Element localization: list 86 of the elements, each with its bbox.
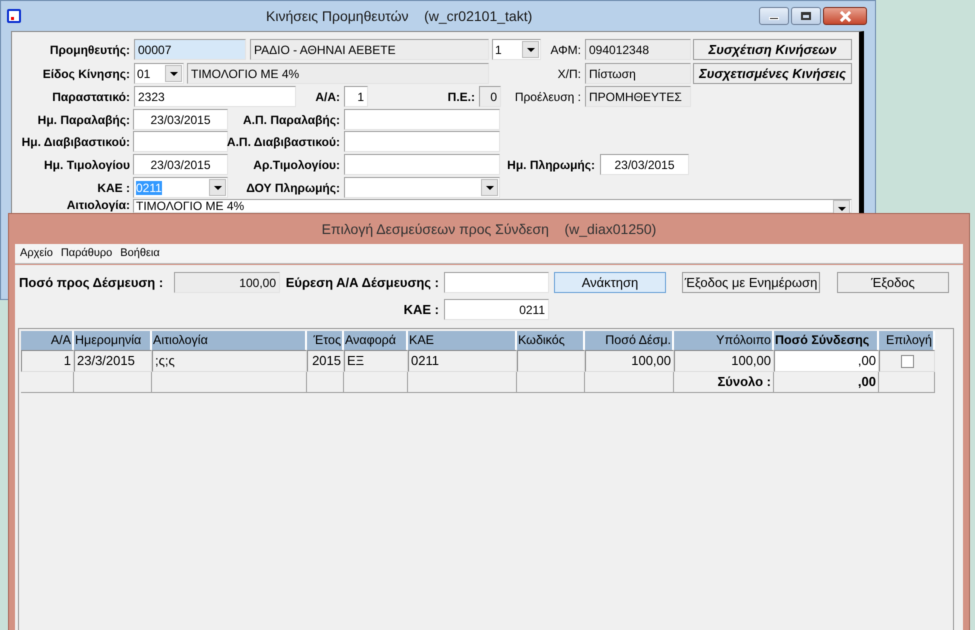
field-label: ΚΑΕ :	[96, 180, 131, 196]
text-field[interactable]: 0211	[444, 299, 549, 320]
text-field[interactable]: ΡΑΔΙΟ - ΑΘΗΝΑΙ ΑΕΒΕΤΕ	[250, 39, 489, 60]
table-cell: ΕΞ	[344, 350, 408, 372]
action-button[interactable]: Συσχέτιση Κινήσεων	[693, 39, 852, 60]
field-label: Ημ. Διαβιβαστικού:	[20, 134, 131, 150]
text-field[interactable]	[344, 131, 500, 152]
total-value: ,00	[774, 372, 879, 392]
field-label: Εύρεση Α/Α Δέσμευσης :	[284, 274, 440, 292]
maximize-button[interactable]	[791, 7, 821, 25]
text-field[interactable]: 23/03/2015	[133, 154, 228, 175]
field-label: ΔΟΥ Πληρωμής:	[245, 180, 341, 196]
dropdown-field[interactable]	[344, 177, 500, 198]
column-header[interactable]: Ποσό Σύνδεσης	[774, 331, 879, 350]
column-header[interactable]: ΚΑΕ	[408, 331, 517, 350]
menu-item[interactable]: Βοήθεια	[120, 245, 160, 262]
table-cell: 100,00	[585, 350, 674, 372]
field-label: Αρ.Τιμολογίου:	[252, 156, 341, 174]
caret-icon	[526, 48, 534, 52]
total-label: Σύνολο :	[674, 372, 774, 392]
text-field[interactable]: 0	[479, 86, 501, 107]
minimize-button[interactable]	[759, 7, 789, 25]
column-header[interactable]: Κωδικός	[517, 331, 585, 350]
text-field[interactable]: 23/03/2015	[600, 154, 689, 175]
table-cell: 100,00	[674, 350, 774, 372]
table-cell: 1	[21, 350, 74, 372]
action-button[interactable]: Συσχετισμένες Κινήσεις	[693, 63, 852, 84]
field-label: Παραστατικό:	[51, 88, 131, 106]
app-icon	[7, 9, 21, 23]
window-title: Κινήσεις Προμηθευτών (w_cr02101_takt)	[266, 6, 532, 26]
column-header[interactable]: Έτος	[307, 331, 344, 350]
table-cell	[517, 350, 585, 372]
field-label: Είδος Κίνησης:	[42, 66, 131, 82]
window-title: Επιλογή Δεσμεύσεων προς Σύνδεση (w_diax01250)	[320, 220, 658, 239]
field-label: Προέλευση :	[514, 88, 582, 106]
column-header[interactable]: Α/Α	[21, 331, 74, 350]
field-label: Χ/Π:	[556, 66, 582, 82]
text-field[interactable]	[444, 272, 549, 293]
text-field[interactable]	[344, 154, 500, 175]
text-field[interactable]: 100,00	[174, 272, 280, 293]
column-header[interactable]: Ποσό Δέσμ.	[585, 331, 674, 350]
table-cell: 23/3/2015	[74, 350, 152, 372]
dropdown-field[interactable]: 01	[134, 63, 184, 84]
column-header[interactable]: Αναφορά	[344, 331, 408, 350]
table-cell: ;ς;ς	[152, 350, 307, 372]
action-button[interactable]: Ανάκτηση	[554, 272, 666, 293]
caret-icon	[486, 186, 494, 190]
field-label: Ημ. Τιμολογίου	[43, 156, 131, 174]
text-field[interactable]	[344, 109, 500, 130]
text-field[interactable]: ΠΡΟΜΗΘΕΥΤΕΣ	[585, 86, 691, 107]
close-button[interactable]	[823, 7, 867, 25]
field-label: Α/Α:	[314, 88, 341, 106]
text-field[interactable]	[133, 131, 228, 152]
text-field[interactable]: Πίστωση	[585, 63, 691, 84]
dropdown-field[interactable]: ΤΙΜΟΛΟΓΙΟ ΜΕ 4%	[133, 199, 852, 213]
field-label: ΑΦΜ:	[549, 42, 582, 58]
text-field[interactable]: 00007	[134, 39, 246, 60]
caret-icon	[170, 72, 178, 76]
action-button[interactable]: Έξοδος	[837, 272, 949, 293]
text-field[interactable]: 1	[344, 86, 368, 107]
text-field[interactable]: 2323	[134, 86, 296, 107]
field-label: Α.Π. Παραλαβής:	[242, 112, 341, 128]
caret-icon	[214, 186, 222, 190]
field-label: Προμηθευτής:	[48, 42, 131, 58]
field-label: Α.Π. Διαβιβαστικού:	[226, 134, 341, 150]
checkbox[interactable]	[900, 355, 914, 368]
action-button[interactable]: Έξοδος με Ενημέρωση	[682, 272, 820, 293]
field-label: ΚΑΕ :	[402, 300, 440, 319]
text-field[interactable]: 094012348	[585, 39, 691, 60]
menu-item[interactable]: Παράθυρο	[60, 245, 112, 262]
column-header[interactable]: Επιλογή	[879, 331, 935, 350]
table-cell: 2015	[307, 350, 344, 372]
dropdown-field[interactable]: 1	[492, 39, 541, 60]
field-label: Π.Ε.:	[446, 88, 476, 106]
table-cell[interactable]: ,00	[774, 350, 879, 372]
table-cell: 0211	[408, 350, 517, 372]
column-header[interactable]: Αιτιολογία	[152, 331, 307, 350]
menu-item[interactable]: Αρχείο	[20, 245, 53, 262]
column-header[interactable]: Ημερομηνία	[74, 331, 152, 350]
field-label: Αιτιολογία:	[66, 199, 131, 213]
field-label: Ημ. Παραλαβής:	[36, 112, 131, 128]
column-header[interactable]: Υπόλοιπο	[674, 331, 774, 350]
field-label: Ποσό προς Δέσμευση :	[19, 274, 164, 292]
text-field[interactable]: 23/03/2015	[133, 109, 228, 130]
field-label: Ημ. Πληρωμής:	[506, 156, 596, 174]
text-field[interactable]: ΤΙΜΟΛΟΓΙΟ ΜΕ 4%	[187, 63, 489, 84]
